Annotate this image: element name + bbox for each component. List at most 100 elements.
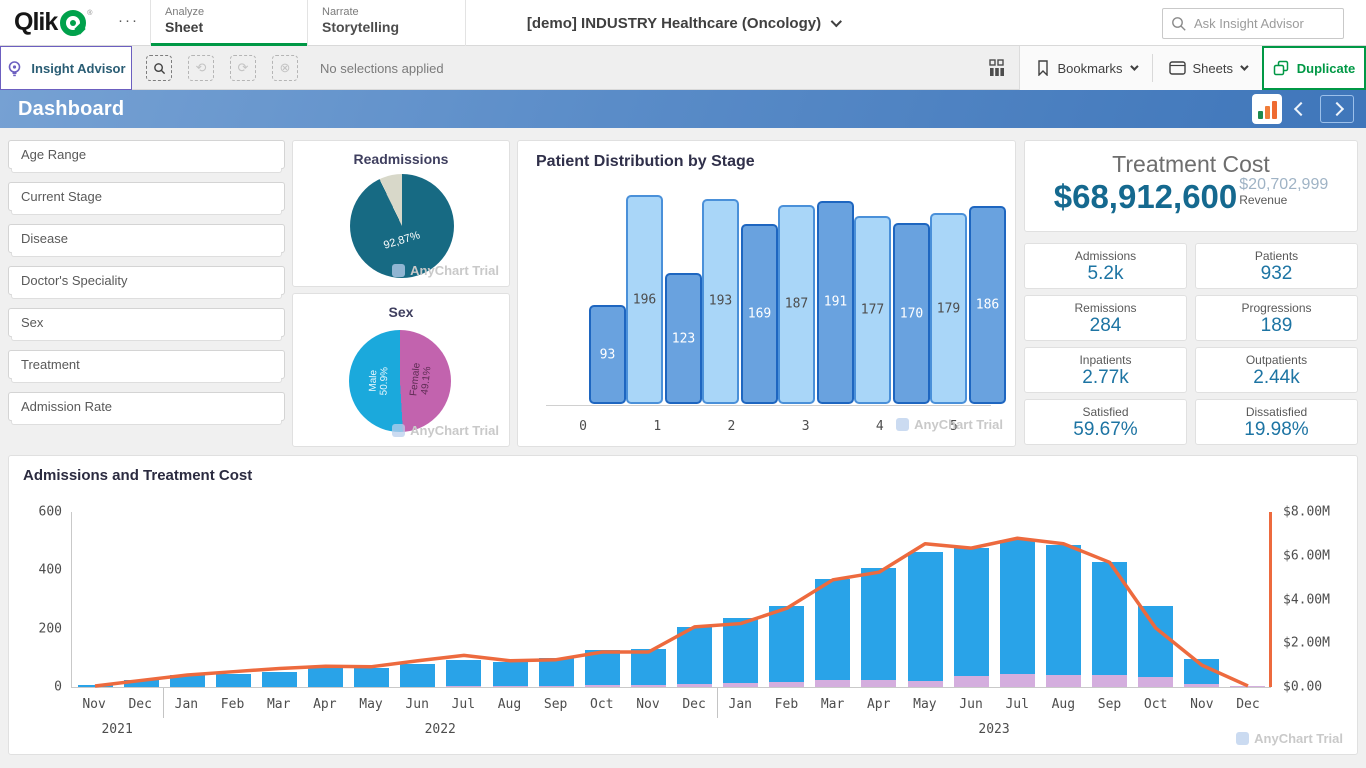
anychart-icon [392, 424, 405, 437]
bar-series-2-stage-1[interactable]: 123 [665, 273, 702, 404]
month-label: Apr [302, 692, 348, 714]
month-label: Dec [671, 692, 717, 714]
filter-age-range[interactable]: Age Range [8, 140, 285, 169]
bar-value-label: 123 [672, 331, 695, 346]
bookmarks-dropdown[interactable]: Bookmarks [1020, 54, 1151, 82]
insight-advisor-search[interactable] [1162, 8, 1344, 39]
combo-chart-area: 0200400600 $0.00$2.00M$4.00M$6.00M$8.00M… [23, 496, 1343, 744]
filter-label: Doctor's Speciality [21, 273, 128, 288]
kpi-label: Progressions [1196, 301, 1357, 315]
selections-toolbar: Insight Advisor ⟲ ⟳ ⊗ No selections appl… [0, 46, 1366, 90]
sheet-thumbnail-button[interactable] [1252, 94, 1282, 124]
anychart-watermark: AnyChart Trial [1236, 731, 1343, 746]
kpi-label: Dissatisfied [1196, 405, 1357, 419]
kpi-tile-outpatients[interactable]: Outpatients2.44k [1195, 347, 1358, 393]
kpi-value: 284 [1025, 315, 1186, 337]
more-menu-button[interactable]: ··· [118, 12, 139, 29]
sheet-overview-button[interactable] [975, 46, 1019, 90]
combo-plot[interactable]: 0200400600 $0.00$2.00M$4.00M$6.00M$8.00M [71, 512, 1271, 688]
filter-admission-rate[interactable]: Admission Rate [8, 392, 285, 421]
bar-series-2-stage-4[interactable]: 170 [893, 223, 930, 404]
kpi-value: 932 [1196, 263, 1357, 285]
kpi-tile-patients[interactable]: Patients932 [1195, 243, 1358, 289]
lightbulb-icon [6, 60, 23, 77]
bar-series-2-stage-5[interactable]: 186 [969, 206, 1006, 404]
filter-current-stage[interactable]: Current Stage [8, 182, 285, 211]
toolbar-white-section: Bookmarks Sheets Duplicate [1019, 46, 1366, 90]
qlik-logo-text: Qlik [14, 8, 57, 37]
kpi-tile-admissions[interactable]: Admissions5.2k [1024, 243, 1187, 289]
treatment-cost-row: $68,912,600 $20,702,999 Revenue [1025, 178, 1357, 216]
app-title-dropdown[interactable]: [demo] INDUSTRY Healthcare (Oncology) [527, 0, 839, 46]
qlik-q-icon [60, 10, 86, 36]
redo-selection-icon[interactable]: ⟳ [230, 55, 256, 81]
qlik-logo[interactable]: Qlik ® [14, 8, 92, 37]
search-input[interactable] [1194, 16, 1334, 31]
duplicate-button[interactable]: Duplicate [1262, 46, 1366, 90]
kpi-tile-satisfied[interactable]: Satisfied59.67% [1024, 399, 1187, 445]
duplicate-icon [1273, 60, 1289, 76]
year-separator [717, 688, 718, 718]
sheets-label: Sheets [1193, 61, 1233, 76]
sex-pie[interactable]: Male50.9% Female49.1% [349, 330, 451, 432]
readmissions-title: Readmissions [293, 141, 509, 167]
search-icon [1171, 16, 1187, 32]
bar-series-1-stage-5[interactable]: 179 [930, 213, 967, 404]
bar-series-2-stage-0[interactable]: 93 [589, 305, 626, 404]
right-axis-line [1269, 512, 1272, 687]
kpi-tile-progressions[interactable]: Progressions189 [1195, 295, 1358, 341]
search-selections-icon[interactable] [146, 55, 172, 81]
tab-narrate-bottom: Storytelling [322, 19, 465, 35]
bar-value-label: 187 [785, 297, 808, 312]
filter-disease[interactable]: Disease [8, 224, 285, 253]
tab-analyze-sheet[interactable]: Analyze Sheet [150, 0, 308, 46]
mode-tabs: Analyze Sheet Narrate Storytelling [150, 0, 466, 46]
month-label: Nov [71, 692, 117, 714]
month-label: Oct [1133, 692, 1179, 714]
month-label: Sep [533, 692, 579, 714]
sex-female-label: Female49.1% [409, 362, 434, 397]
tab-narrate-storytelling[interactable]: Narrate Storytelling [308, 0, 466, 46]
bar-value-label: 170 [900, 306, 923, 321]
month-label: Sep [1086, 692, 1132, 714]
filter-label: Disease [21, 231, 68, 246]
month-label: Jul [440, 692, 486, 714]
bar-value-label: 169 [748, 307, 771, 322]
bar-series-1-stage-3[interactable]: 187 [778, 205, 815, 404]
filter-doctor-s-speciality[interactable]: Doctor's Speciality [8, 266, 285, 295]
filter-sex[interactable]: Sex [8, 308, 285, 337]
kpi-value: 59.67% [1025, 419, 1186, 441]
bar-series-1-stage-4[interactable]: 177 [854, 216, 891, 404]
filter-treatment[interactable]: Treatment [8, 350, 285, 379]
clear-selections-icon[interactable]: ⊗ [272, 55, 298, 81]
bar-series-1-stage-2[interactable]: 193 [702, 199, 739, 404]
sheets-dropdown[interactable]: Sheets [1152, 54, 1262, 82]
bar-series-1-stage-1[interactable]: 196 [626, 195, 663, 404]
app-window: Qlik ® ··· Analyze Sheet Narrate Storyte… [0, 0, 1366, 768]
bar-series-2-stage-3[interactable]: 191 [817, 201, 854, 404]
prev-sheet-button[interactable] [1294, 102, 1308, 116]
grid-icon [988, 59, 1006, 77]
chevron-down-icon [1240, 62, 1248, 70]
year-label-2021: 2021 [101, 722, 132, 737]
top-header: Qlik ® ··· Analyze Sheet Narrate Storyte… [0, 0, 1366, 46]
kpi-tile-remissions[interactable]: Remissions284 [1024, 295, 1187, 341]
tab-analyze-top: Analyze [165, 6, 307, 18]
month-label: Jul [994, 692, 1040, 714]
treatment-cost-value: $68,912,600 [1054, 178, 1238, 216]
kpi-label: Admissions [1025, 249, 1186, 263]
month-label: Mar [256, 692, 302, 714]
mini-bar-green [1258, 111, 1263, 119]
patient-distribution-card: Patient Distribution by Stage 9319612319… [517, 140, 1016, 447]
kpi-tile-dissatisfied[interactable]: Dissatisfied19.98% [1195, 399, 1358, 445]
patient-distribution-plot[interactable]: 93196123193169187191177170179186 [546, 189, 991, 404]
undo-selection-icon[interactable]: ⟲ [188, 55, 214, 81]
kpi-value: 19.98% [1196, 419, 1357, 441]
filter-label: Sex [21, 315, 43, 330]
admissions-treatment-cost-card: Admissions and Treatment Cost 0200400600… [8, 455, 1358, 755]
next-sheet-button[interactable] [1320, 95, 1354, 123]
bar-series-2-stage-2[interactable]: 169 [741, 224, 778, 404]
month-label: Nov [1179, 692, 1225, 714]
insight-advisor-button[interactable]: Insight Advisor [0, 46, 132, 90]
kpi-tile-inpatients[interactable]: Inpatients2.77k [1024, 347, 1187, 393]
